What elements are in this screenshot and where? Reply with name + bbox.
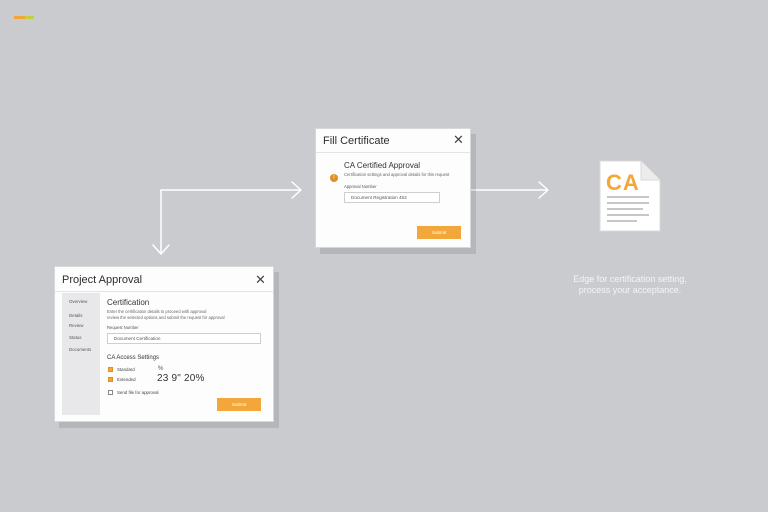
approval-value: 23 9" 20% [157, 373, 205, 384]
standard-option-label: Standard [117, 367, 135, 372]
sidebar-item-details[interactable]: Details [69, 313, 82, 318]
certificate-description: Certification settings and approval deta… [344, 172, 450, 177]
close-icon[interactable]: ✕ [453, 133, 464, 146]
approval-number-label: Approval Number [344, 184, 377, 189]
certificate-document-icon: CA [597, 158, 663, 234]
sidebar-item-overview[interactable]: Overview [69, 299, 87, 304]
project-approval-dialog: Project Approval ✕ Overview Details Revi… [54, 266, 274, 422]
dialog-divider [316, 152, 470, 153]
sidebar-item-status[interactable]: Status [69, 335, 81, 340]
close-icon[interactable]: ✕ [255, 273, 266, 286]
certificate-dialog: Fill Certificate ✕ ! CA Certified Approv… [315, 128, 471, 248]
standard-checkbox[interactable] [108, 367, 113, 372]
request-number-field[interactable]: Document Certification [107, 333, 261, 344]
submit-button[interactable]: Submit [417, 226, 461, 239]
approval-sidebar: Overview Details Review Status Documents [62, 293, 100, 415]
extended-checkbox[interactable] [108, 377, 113, 382]
access-settings-title: CA Access Settings [107, 355, 160, 361]
sidebar-item-documents[interactable]: Documents [69, 347, 91, 352]
dialog-divider [55, 291, 273, 292]
certificate-section-title: CA Certified Approval [344, 161, 421, 170]
send-file-label: Send file for approval [117, 390, 159, 395]
send-file-checkbox[interactable] [108, 390, 113, 395]
warning-icon: ! [330, 174, 338, 182]
certification-description-2: review the selected options and submit t… [107, 315, 225, 320]
percent-symbol: % [158, 366, 164, 372]
flow-arrows [152, 181, 549, 255]
certificate-dialog-title: Fill Certificate [323, 135, 390, 147]
approval-dialog-title: Project Approval [62, 274, 143, 286]
certification-section-title: Certification [107, 298, 150, 307]
request-number-label: Request Number [107, 325, 139, 330]
caption-line-1: Edge for certification setting, [573, 274, 687, 284]
approval-number-field[interactable]: Document Registration 453 [344, 192, 440, 203]
submit-button[interactable]: Submit [217, 398, 261, 411]
document-label: CA [606, 170, 640, 195]
extended-option-label: Extended [117, 377, 136, 382]
caption-line-2: process your acceptance. [578, 285, 682, 295]
sidebar-item-review[interactable]: Review [69, 323, 83, 328]
